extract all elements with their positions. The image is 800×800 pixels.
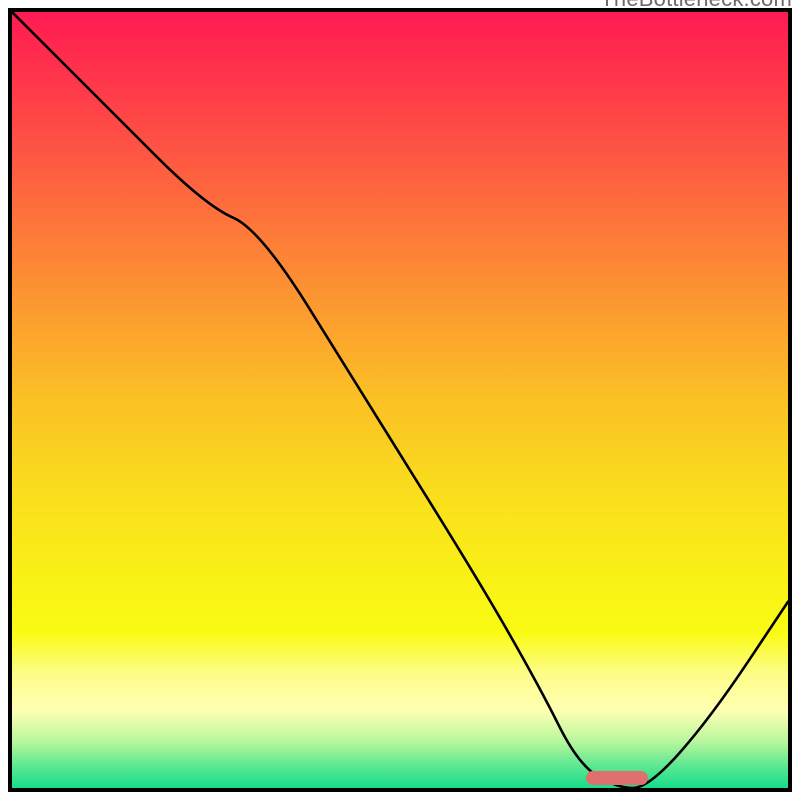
curve-path [12,12,788,788]
watermark-text: TheBottleneck.com [600,0,792,12]
chart-frame: TheBottleneck.com [8,8,792,792]
optimal-range-marker [586,771,648,785]
bottleneck-curve [12,12,788,788]
plot-area [12,12,788,788]
